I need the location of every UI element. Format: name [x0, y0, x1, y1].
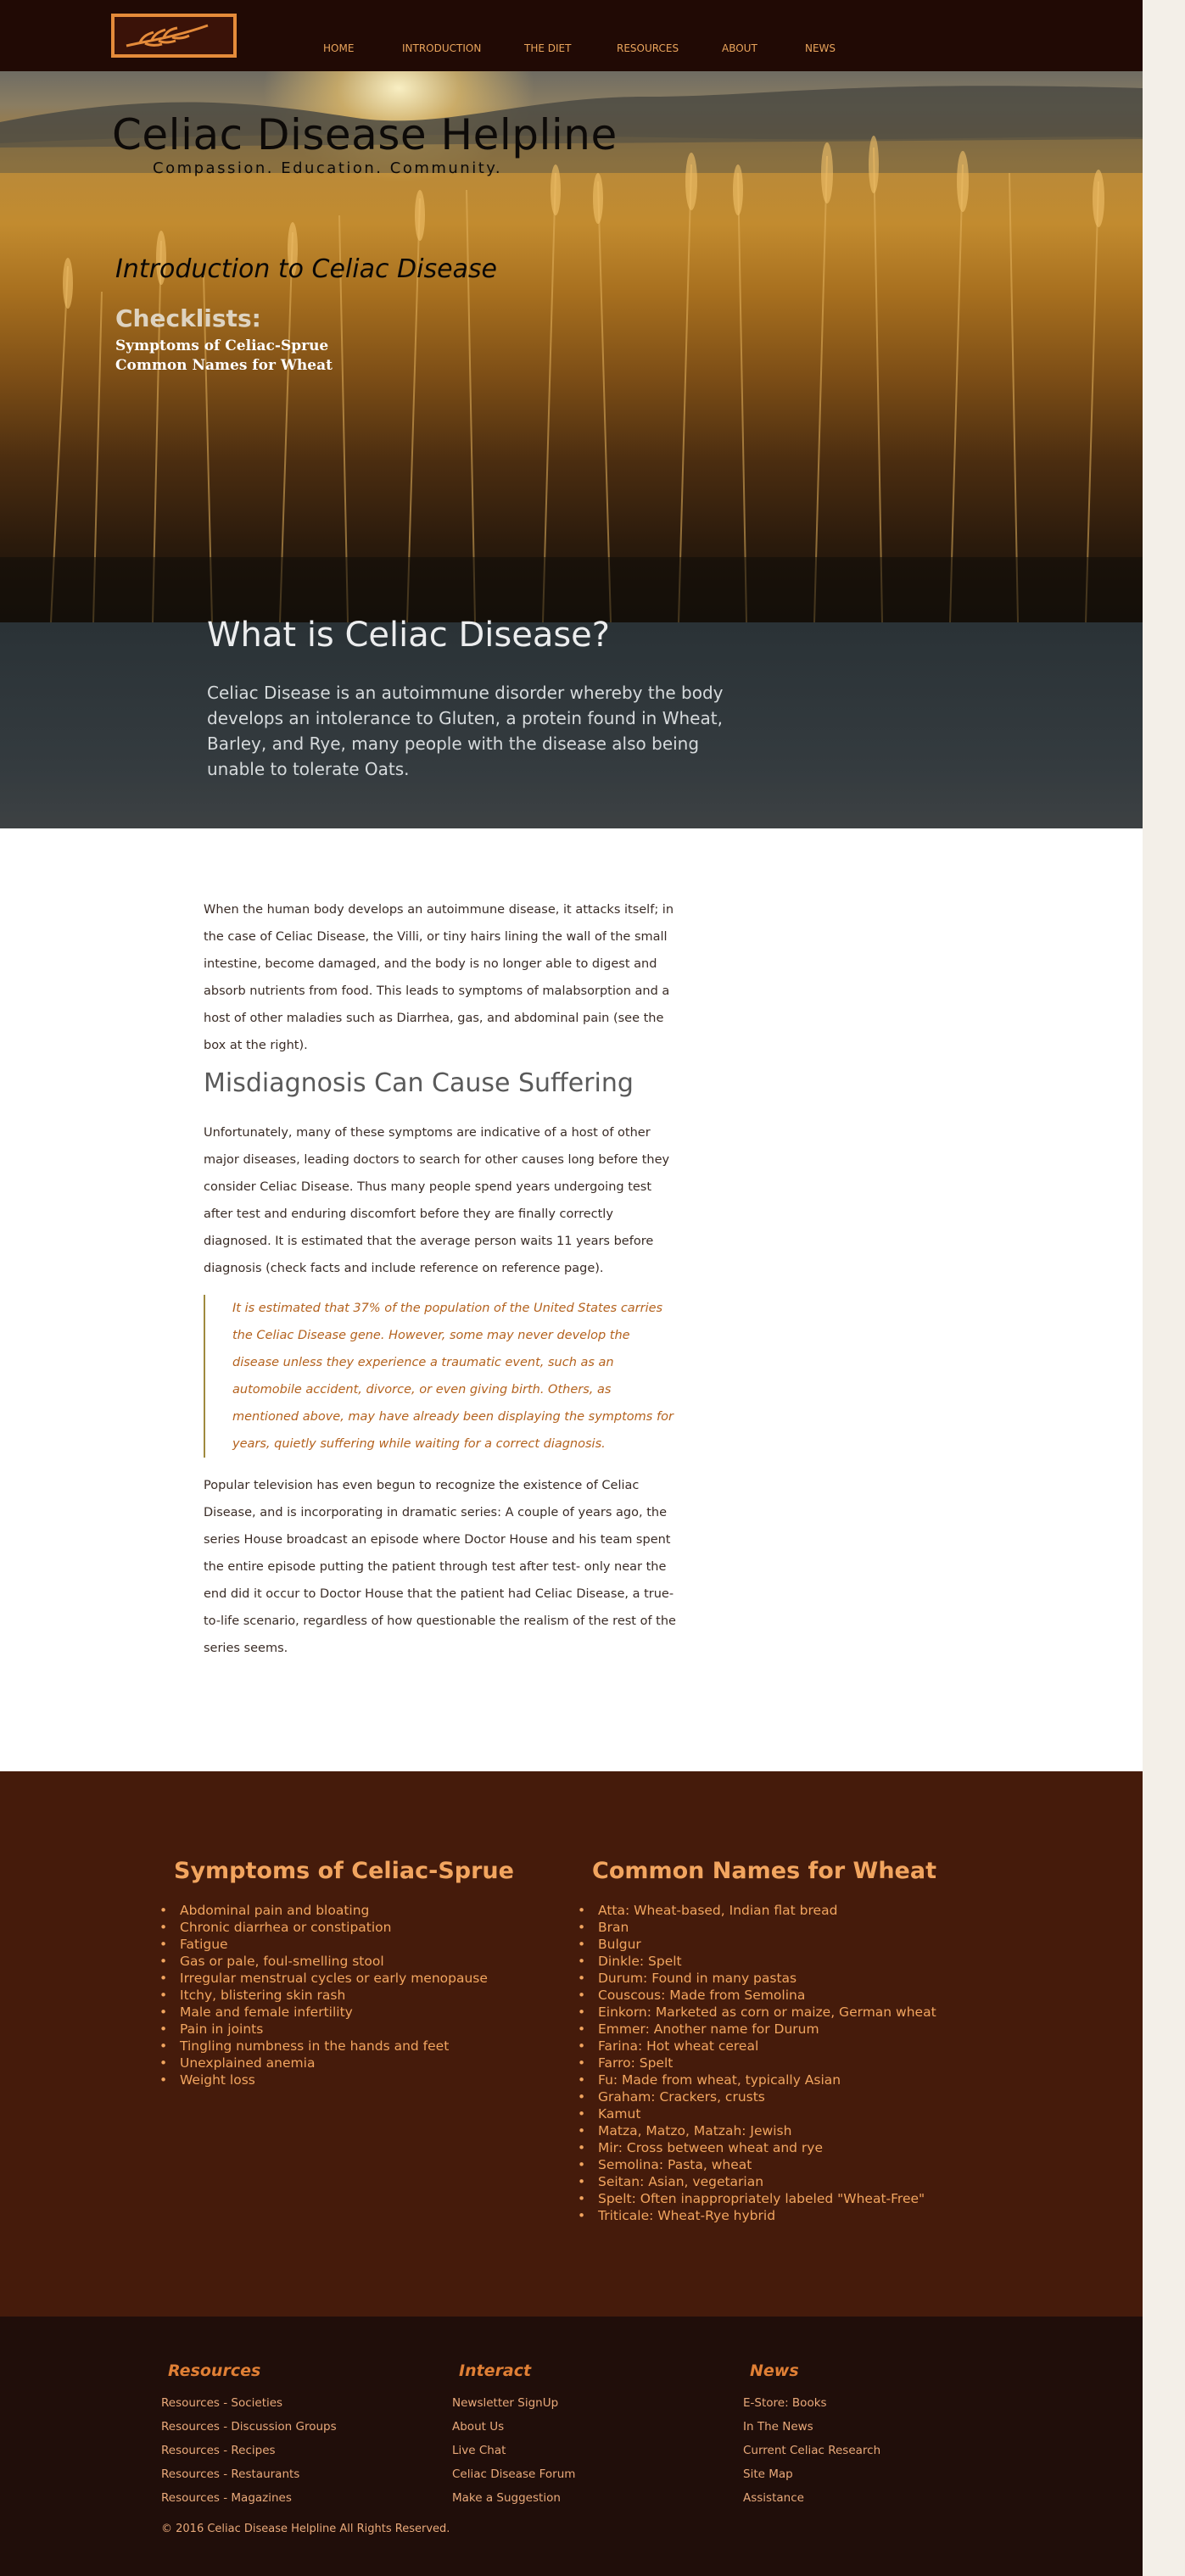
footer-resources-links: Resources - Societies Resources - Discus… [161, 2391, 337, 2510]
symptoms-checklist-link[interactable]: Symptoms of Celiac-Sprue [115, 337, 328, 354]
site-tagline: Compassion. Education. Community. [153, 159, 503, 177]
footer-news-heading: News [750, 2361, 799, 2380]
wheat-name-item: Durum: Found in many pastas [578, 1970, 936, 1987]
statistic-quote-text: It is estimated that 37% of the populati… [232, 1302, 674, 1451]
wheat-names-list-title: Common Names for Wheat [592, 1858, 936, 1884]
footer-link[interactable]: Make a Suggestion [452, 2486, 575, 2510]
nav-introduction[interactable]: INTRODUCTION [402, 42, 481, 54]
footer-link[interactable]: E-Store: Books [743, 2391, 880, 2415]
wheat-names-list: Atta: Wheat-based, Indian flat bread Bra… [578, 1902, 936, 2224]
symptom-item: Unexplained anemia [159, 2055, 488, 2071]
wheat-name-item: Emmer: Another name for Durum [578, 2021, 936, 2038]
nav-home[interactable]: HOME [323, 42, 354, 54]
footer-link[interactable]: Newsletter SignUp [452, 2391, 575, 2415]
symptom-item: Chronic diarrhea or constipation [159, 1919, 488, 1936]
nav-resources[interactable]: RESOURCES [617, 42, 679, 54]
copyright-notice: © 2016 Celiac Disease Helpline All Right… [161, 2523, 450, 2535]
footer-link[interactable]: Resources - Restaurants [161, 2462, 337, 2486]
nav-news[interactable]: NEWS [805, 42, 836, 54]
footer-link[interactable]: Current Celiac Research [743, 2439, 880, 2462]
footer-link[interactable]: Site Map [743, 2462, 880, 2486]
wheat-name-item: Spelt: Often inappropriately labeled "Wh… [578, 2190, 936, 2207]
footer-link[interactable]: In The News [743, 2415, 880, 2439]
site-title[interactable]: Celiac Disease Helpline [112, 110, 618, 159]
symptom-item: Gas or pale, foul-smelling stool [159, 1953, 488, 1970]
hero-dark-band [0, 557, 1143, 622]
footer-link[interactable]: About Us [452, 2415, 575, 2439]
nav-the-diet[interactable]: THE DIET [524, 42, 571, 54]
symptom-item: Pain in joints [159, 2021, 488, 2038]
introduction-link[interactable]: Introduction to Celiac Disease [115, 254, 497, 284]
wheat-name-item: Mir: Cross between wheat and rye [578, 2139, 936, 2156]
what-is-description: Celiac Disease is an autoimmune disorder… [207, 683, 724, 779]
wheat-name-item: Bulgur [578, 1936, 936, 1953]
what-is-heading: What is Celiac Disease? [207, 616, 611, 655]
wheat-name-item: Fu: Made from wheat, typically Asian [578, 2071, 936, 2088]
checklists-heading: Checklists: [115, 304, 261, 332]
symptom-item: Male and female infertility [159, 2004, 488, 2021]
page: HOME INTRODUCTION THE DIET RESOURCES ABO… [0, 0, 1143, 2576]
wheat-name-item: Matza, Matzo, Matzah: Jewish [578, 2122, 936, 2139]
checklists-section: Symptoms of Celiac-Sprue Abdominal pain … [0, 1771, 1143, 2317]
site-footer: Resources Resources - Societies Resource… [0, 2317, 1143, 2576]
footer-link[interactable]: Assistance [743, 2486, 880, 2510]
symptom-item: Tingling numbness in the hands and feet [159, 2038, 488, 2055]
symptom-item: Itchy, blistering skin rash [159, 1987, 488, 2004]
wheat-name-item: Kamut [578, 2105, 936, 2122]
misdiagnosis-heading: Misdiagnosis Can Cause Suffering [204, 1068, 634, 1098]
symptom-item: Irregular menstrual cycles or early meno… [159, 1970, 488, 1987]
footer-interact-heading: Interact [459, 2361, 532, 2380]
wheat-name-item: Couscous: Made from Semolina [578, 1987, 936, 2004]
statistic-blockquote: It is estimated that 37% of the populati… [204, 1295, 679, 1458]
article-paragraph-2: Unfortunately, many of these symptoms ar… [204, 1126, 670, 1275]
wheat-name-item: Semolina: Pasta, wheat [578, 2156, 936, 2173]
wheat-name-item: Graham: Crackers, crusts [578, 2088, 936, 2105]
top-navigation-bar: HOME INTRODUCTION THE DIET RESOURCES ABO… [0, 0, 1143, 71]
wheat-name-item: Dinkle: Spelt [578, 1953, 936, 1970]
symptoms-list: Abdominal pain and bloating Chronic diar… [159, 1902, 488, 2088]
footer-resources-heading: Resources [168, 2361, 261, 2380]
article-paragraph-3: Popular television has even begun to rec… [204, 1479, 676, 1655]
footer-link[interactable]: Resources - Magazines [161, 2486, 337, 2510]
wheat-logo-icon[interactable] [111, 14, 237, 58]
wheat-name-item: Farina: Hot wheat cereal [578, 2038, 936, 2055]
wheat-name-item: Triticale: Wheat-Rye hybrid [578, 2207, 936, 2224]
symptom-item: Weight loss [159, 2071, 488, 2088]
footer-link[interactable]: Resources - Recipes [161, 2439, 337, 2462]
footer-link[interactable]: Resources - Societies [161, 2391, 337, 2415]
footer-interact-links: Newsletter SignUp About Us Live Chat Cel… [452, 2391, 575, 2510]
wheat-name-item: Atta: Wheat-based, Indian flat bread [578, 1902, 936, 1919]
symptom-item: Abdominal pain and bloating [159, 1902, 488, 1919]
footer-link[interactable]: Celiac Disease Forum [452, 2462, 575, 2486]
nav-about[interactable]: ABOUT [722, 42, 757, 54]
article-paragraph-1: When the human body develops an autoimmu… [204, 903, 674, 1052]
wheat-name-item: Farro: Spelt [578, 2055, 936, 2071]
footer-link[interactable]: Live Chat [452, 2439, 575, 2462]
symptom-item: Fatigue [159, 1936, 488, 1953]
wheat-names-checklist-link[interactable]: Common Names for Wheat [115, 357, 333, 374]
wheat-name-item: Bran [578, 1919, 936, 1936]
hero-banner: Celiac Disease Helpline Compassion. Educ… [0, 71, 1143, 622]
main-article: When the human body develops an autoimmu… [0, 828, 1143, 1771]
wheat-name-item: Seitan: Asian, vegetarian [578, 2173, 936, 2190]
what-is-section: What is Celiac Disease? Celiac Disease i… [0, 616, 1143, 828]
symptoms-list-title: Symptoms of Celiac-Sprue [174, 1858, 514, 1884]
page-margin [1143, 0, 1185, 2576]
wheat-name-item: Einkorn: Marketed as corn or maize, Germ… [578, 2004, 936, 2021]
footer-news-links: E-Store: Books In The News Current Celia… [743, 2391, 880, 2510]
footer-link[interactable]: Resources - Discussion Groups [161, 2415, 337, 2439]
